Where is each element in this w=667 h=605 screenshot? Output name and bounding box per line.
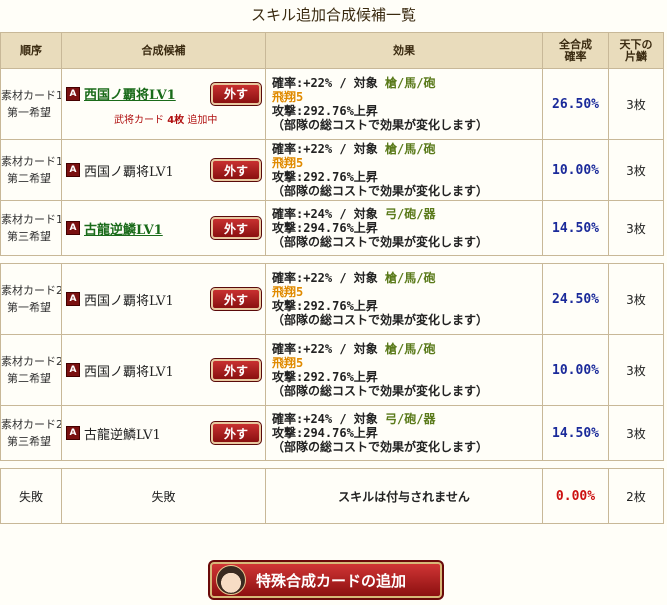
rate-cell: 10.00% bbox=[542, 139, 609, 201]
header-candidate: 合成候補 bbox=[61, 32, 266, 69]
order-cell: 素材カード2 第二希望 bbox=[0, 334, 62, 406]
count-cell: 3枚 bbox=[608, 139, 664, 201]
header-rate: 全合成 確率 bbox=[542, 32, 609, 69]
character-avatar-icon bbox=[216, 565, 246, 595]
add-special-card-label: 特殊合成カードの追加 bbox=[256, 571, 407, 590]
remove-button[interactable]: 外す bbox=[211, 288, 261, 310]
effect-cell: 確率:+22% / 対象 槍/馬/砲 飛翔5 攻撃:292.76%上昇 （部隊の… bbox=[265, 139, 543, 201]
table-row: 素材カード2 第三希望 A 古龍逆鱗LV1 外す 確率:+24% / 対象 弓/砲… bbox=[0, 405, 664, 461]
table-row: 素材カード1 第一希望 A 西国ノ覇将LV1 外す 武将カード 4枚 追加中 確率… bbox=[0, 68, 664, 140]
group-spacer bbox=[0, 460, 664, 469]
remove-button[interactable]: 外す bbox=[211, 217, 261, 239]
count-cell: 3枚 bbox=[608, 68, 664, 140]
order-cell: 素材カード2 第一希望 bbox=[0, 263, 62, 335]
order-cell: 素材カード2 第三希望 bbox=[0, 405, 62, 461]
rate-cell: 10.00% bbox=[542, 334, 609, 406]
candidate-cell: A 西国ノ覇将LV1 外す bbox=[61, 334, 266, 406]
card-name: 西国ノ覇将LV1 bbox=[84, 364, 174, 380]
added-note: 武将カード 4枚 追加中 bbox=[114, 114, 218, 126]
rarity-icon: A bbox=[66, 86, 80, 101]
effect-cell: 確率:+22% / 対象 槍/馬/砲 飛翔5 攻撃:292.76%上昇 （部隊の… bbox=[265, 263, 543, 335]
table-row: 素材カード2 第二希望 A 西国ノ覇将LV1 外す 確率:+22% / 対象 槍/… bbox=[0, 334, 664, 406]
card-name: 古龍逆鱗LV1 bbox=[84, 427, 161, 443]
page-title: スキル追加合成候補一覧 bbox=[250, 6, 416, 24]
count-cell: 3枚 bbox=[608, 263, 664, 335]
remove-button[interactable]: 外す bbox=[211, 359, 261, 381]
candidate-cell: A 西国ノ覇将LV1 外す bbox=[61, 263, 266, 335]
effect-cell: 確率:+24% / 対象 弓/砲/器 攻撃:294.76%上昇 （部隊の総コスト… bbox=[265, 200, 543, 256]
failure-effect: スキルは付与されません bbox=[265, 468, 543, 524]
rate-cell: 24.50% bbox=[542, 263, 609, 335]
table-header: 順序 合成候補 効果 全合成 確率 天下の 片鱗 bbox=[0, 32, 664, 69]
rarity-icon: A bbox=[66, 163, 80, 177]
candidate-table: 順序 合成候補 効果 全合成 確率 天下の 片鱗 素材カード1 第一希望 A 西国ノ覇… bbox=[0, 32, 664, 524]
remove-button[interactable]: 外す bbox=[211, 82, 261, 105]
header-effect: 効果 bbox=[265, 32, 543, 69]
rate-cell: 26.50% bbox=[542, 68, 609, 140]
candidate-cell: A 古龍逆鱗LV1 外す bbox=[61, 405, 266, 461]
rate-cell: 14.50% bbox=[542, 200, 609, 256]
candidate-cell: A 古龍逆鱗LV1 外す bbox=[61, 200, 266, 256]
header-count: 天下の 片鱗 bbox=[608, 32, 664, 69]
rarity-icon: A bbox=[66, 363, 80, 377]
candidate-cell: A 西国ノ覇将LV1 外す 武将カード 4枚 追加中 bbox=[61, 68, 266, 140]
card-name-link[interactable]: 古龍逆鱗LV1 bbox=[84, 219, 207, 238]
rarity-icon: A bbox=[66, 292, 80, 306]
count-cell: 3枚 bbox=[608, 334, 664, 406]
rarity-icon: A bbox=[66, 426, 80, 440]
card-name: 西国ノ覇将LV1 bbox=[84, 293, 174, 309]
failure-candidate: 失敗 bbox=[61, 468, 266, 524]
remove-button[interactable]: 外す bbox=[211, 422, 261, 444]
count-cell: 3枚 bbox=[608, 405, 664, 461]
order-cell: 素材カード1 第二希望 bbox=[0, 139, 62, 201]
effect-cell: 確率:+22% / 対象 槍/馬/砲 飛翔5 攻撃:292.76%上昇 （部隊の… bbox=[265, 68, 543, 140]
candidate-cell: A 西国ノ覇将LV1 外す bbox=[61, 139, 266, 201]
remove-button[interactable]: 外す bbox=[211, 159, 261, 181]
header-order: 順序 bbox=[0, 32, 62, 69]
order-cell: 素材カード1 第三希望 bbox=[0, 200, 62, 256]
count-cell: 3枚 bbox=[608, 200, 664, 256]
effect-cell: 確率:+22% / 対象 槍/馬/砲 飛翔5 攻撃:292.76%上昇 （部隊の… bbox=[265, 334, 543, 406]
table-row: 素材カード1 第三希望 A 古龍逆鱗LV1 外す 確率:+24% / 対象 弓/砲… bbox=[0, 200, 664, 256]
failure-count: 2枚 bbox=[608, 468, 664, 524]
failure-order: 失敗 bbox=[0, 468, 62, 524]
table-row: 素材カード1 第二希望 A 西国ノ覇将LV1 外す 確率:+22% / 対象 槍/… bbox=[0, 139, 664, 201]
rate-cell: 14.50% bbox=[542, 405, 609, 461]
rarity-icon: A bbox=[66, 221, 80, 235]
table-row: 素材カード2 第一希望 A 西国ノ覇将LV1 外す 確率:+22% / 対象 槍/… bbox=[0, 263, 664, 335]
failure-rate: 0.00% bbox=[542, 468, 609, 524]
card-name-link[interactable]: 西国ノ覇将LV1 bbox=[84, 84, 207, 103]
effect-cell: 確率:+24% / 対象 弓/砲/器 攻撃:294.76%上昇 （部隊の総コスト… bbox=[265, 405, 543, 461]
add-special-card-button[interactable]: 特殊合成カードの追加 bbox=[210, 562, 442, 598]
failure-row: 失敗 失敗 スキルは付与されません 0.00% 2枚 bbox=[0, 468, 664, 524]
card-name: 西国ノ覇将LV1 bbox=[84, 164, 174, 180]
group-spacer bbox=[0, 255, 664, 264]
order-cell: 素材カード1 第一希望 bbox=[0, 68, 62, 140]
